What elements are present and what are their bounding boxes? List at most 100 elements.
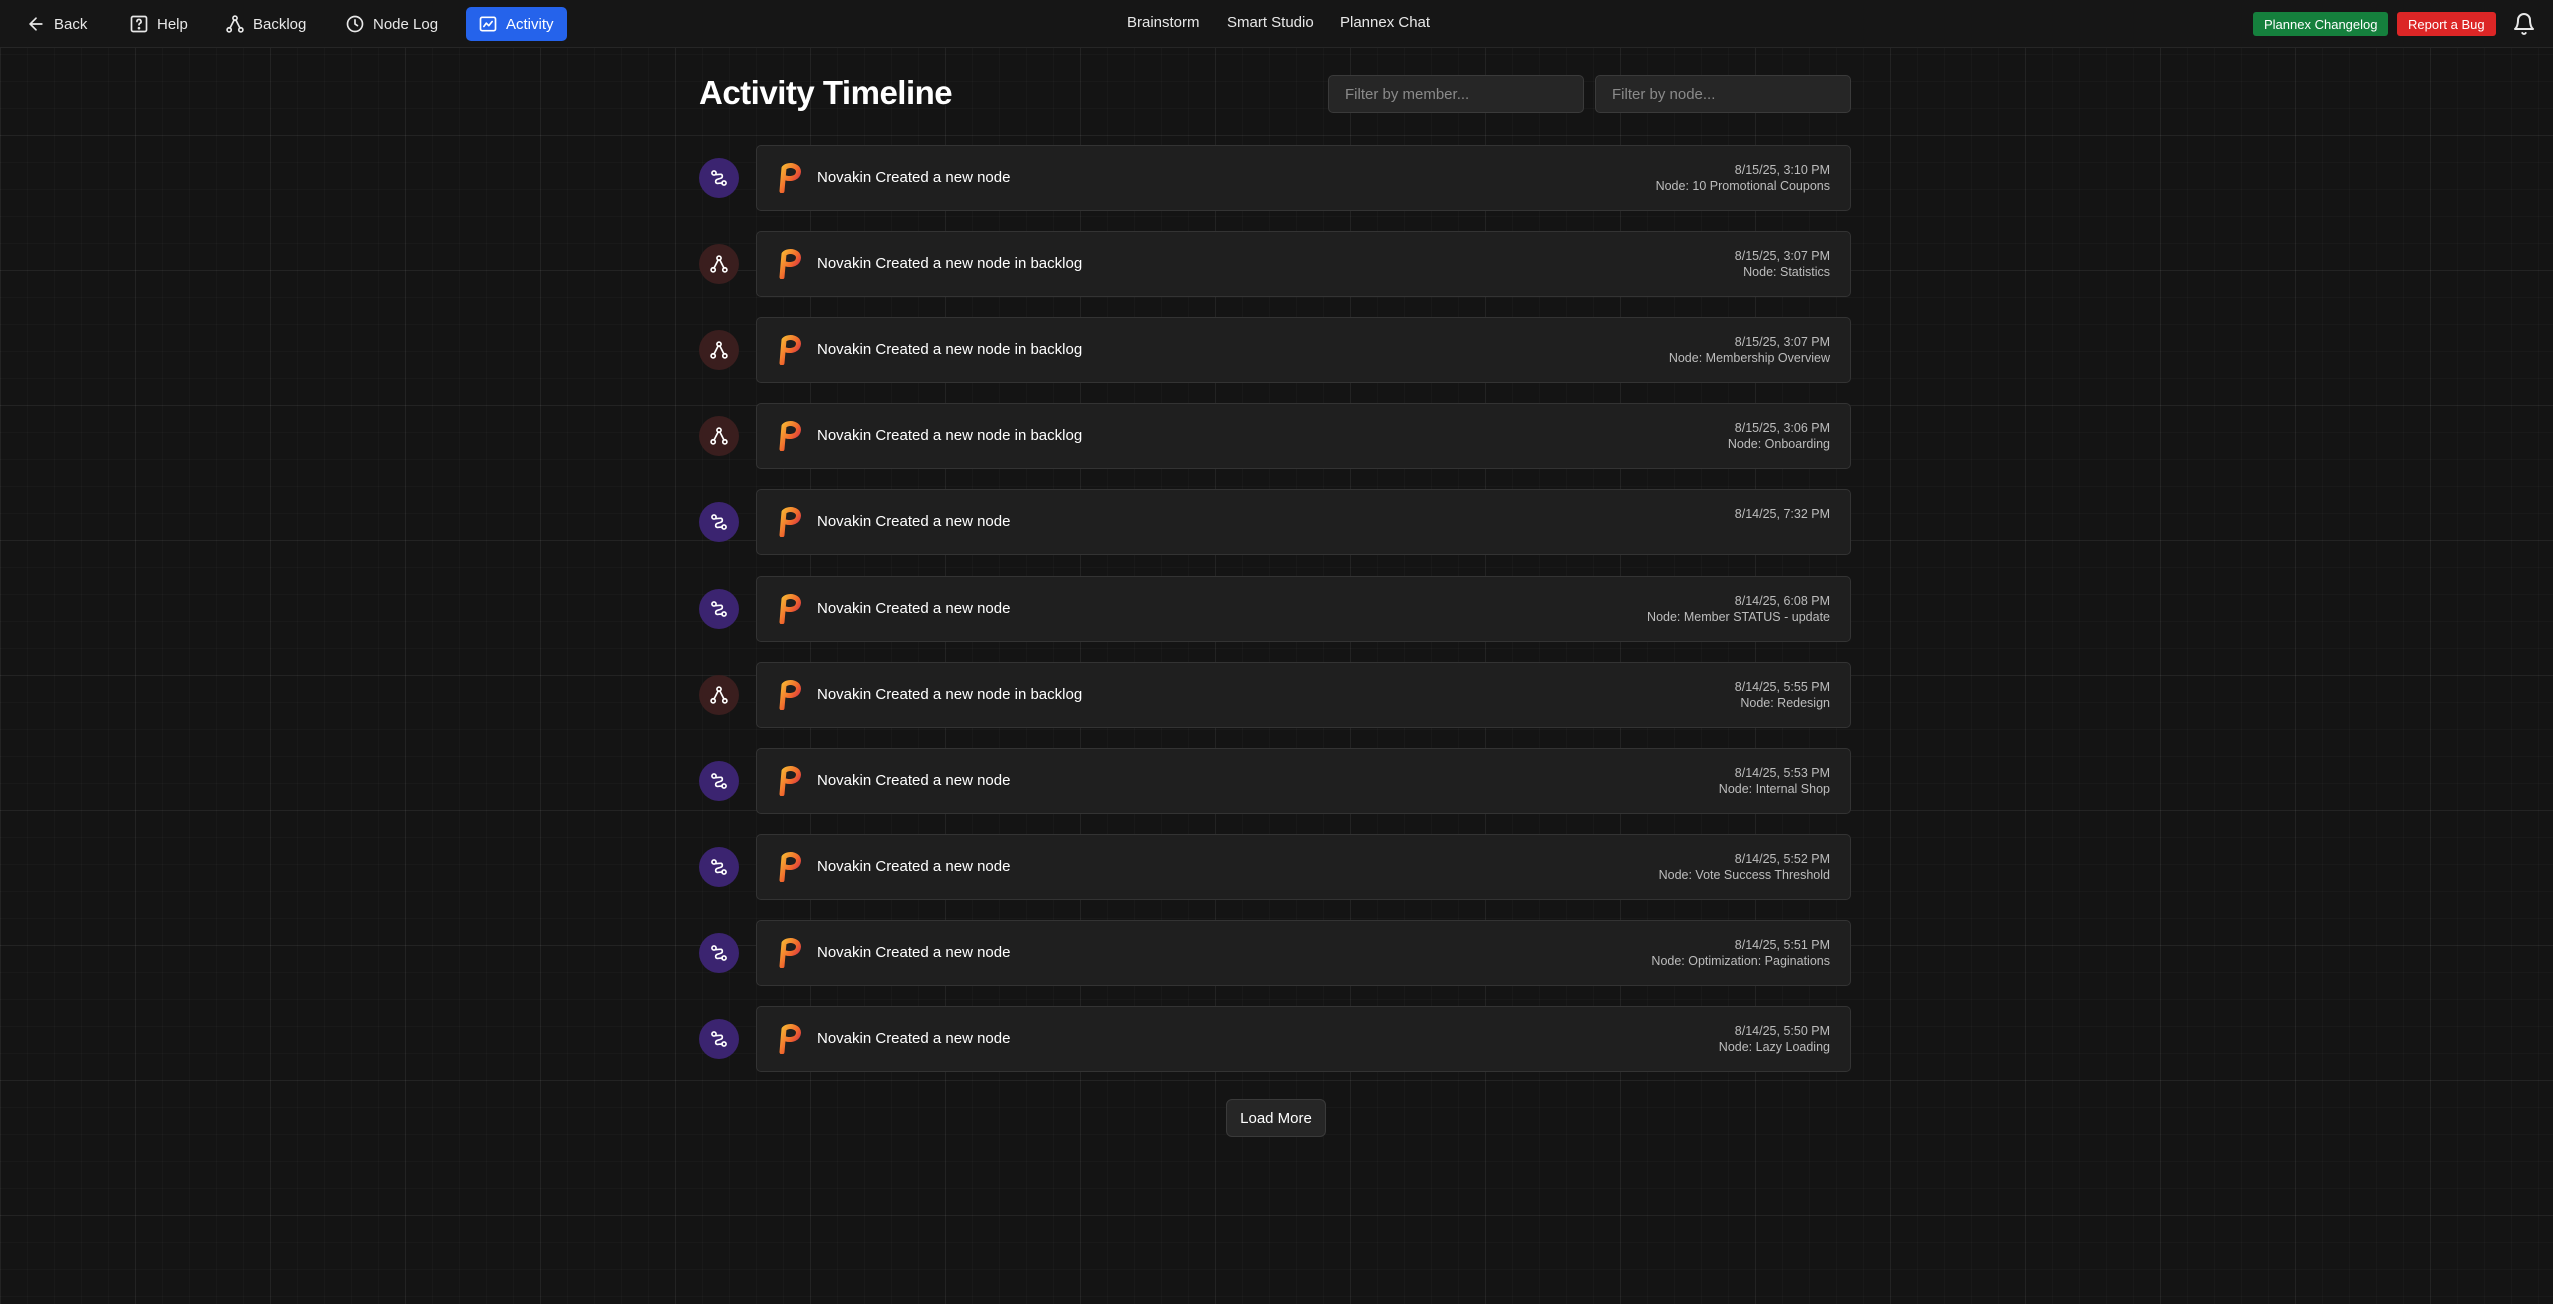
activity-type-badge bbox=[699, 502, 739, 542]
node-log-button[interactable]: Node Log bbox=[333, 7, 450, 41]
plannex-logo-icon bbox=[779, 594, 801, 624]
activity-meta: 8/15/25, 3:06 PM Node: Onboarding bbox=[1728, 420, 1830, 452]
activity-description: Novakin Created a new node bbox=[817, 944, 1011, 961]
brainstorm-icon bbox=[711, 859, 727, 875]
activity-card[interactable]: Novakin Created a new node 8/14/25, 7:32 … bbox=[756, 489, 1851, 555]
activity-card[interactable]: Novakin Created a new node in backlog 8/1… bbox=[756, 231, 1851, 297]
help-button[interactable]: Help bbox=[117, 7, 200, 41]
activity-timestamp: 8/15/25, 3:06 PM bbox=[1734, 421, 1830, 435]
node-filter-input[interactable] bbox=[1595, 75, 1851, 113]
timeline-entry: Novakin Created a new node 8/14/25, 5:52 … bbox=[699, 834, 1851, 900]
plannex-logo-icon bbox=[779, 766, 801, 796]
activity-node-name: Node: Redesign bbox=[1740, 696, 1830, 710]
activity-description: Novakin Created a new node in backlog bbox=[817, 427, 1083, 444]
activity-description: Novakin Created a new node bbox=[817, 858, 1011, 875]
activity-type-badge bbox=[699, 933, 739, 973]
member-filter-input[interactable] bbox=[1328, 75, 1584, 113]
activity-timestamp: 8/15/25, 3:07 PM bbox=[1734, 335, 1830, 349]
load-more-button[interactable]: Load More bbox=[1226, 1099, 1326, 1137]
timeline-entry: Novakin Created a new node 8/14/25, 7:32 … bbox=[699, 489, 1851, 555]
activity-type-badge bbox=[699, 675, 739, 715]
backlog-icon bbox=[710, 686, 728, 704]
top-nav-bar: Back Help Backlog Node Log Activity Brai… bbox=[0, 0, 2553, 48]
activity-node-name: Node: Internal Shop bbox=[1718, 782, 1830, 796]
plannex-logo-icon bbox=[779, 249, 801, 279]
brainstorm-icon bbox=[711, 945, 727, 961]
plannex-logo-icon bbox=[779, 421, 801, 451]
brainstorm-icon bbox=[711, 514, 727, 530]
activity-card[interactable]: Novakin Created a new node 8/14/25, 5:52 … bbox=[756, 834, 1851, 900]
activity-node-name: Node: Lazy Loading bbox=[1718, 1040, 1830, 1054]
clock-icon bbox=[346, 15, 364, 33]
activity-tab[interactable]: Activity bbox=[466, 7, 567, 41]
activity-card[interactable]: Novakin Created a new node in backlog 8/1… bbox=[756, 403, 1851, 469]
activity-description: Novakin Created a new node bbox=[817, 600, 1011, 617]
timeline-entry: Novakin Created a new node 8/14/25, 5:53 … bbox=[699, 748, 1851, 814]
plannex-chat-link[interactable]: Plannex Chat bbox=[1340, 14, 1430, 31]
back-label: Back bbox=[54, 15, 88, 33]
activity-description: Novakin Created a new node in backlog bbox=[817, 255, 1083, 272]
activity-meta: 8/14/25, 6:08 PM Node: Member STATUS - up… bbox=[1647, 593, 1830, 625]
activity-timestamp: 8/14/25, 5:52 PM bbox=[1734, 852, 1830, 866]
node-log-label: Node Log bbox=[373, 15, 439, 33]
activity-timestamp: 8/14/25, 5:50 PM bbox=[1734, 1024, 1830, 1038]
smart-studio-link[interactable]: Smart Studio bbox=[1227, 14, 1314, 31]
activity-type-badge bbox=[699, 847, 739, 887]
changelog-button[interactable]: Plannex Changelog bbox=[2253, 12, 2389, 36]
activity-card[interactable]: Novakin Created a new node in backlog 8/1… bbox=[756, 317, 1851, 383]
activity-description: Novakin Created a new node bbox=[817, 513, 1011, 530]
activity-type-badge bbox=[699, 416, 739, 456]
activity-card[interactable]: Novakin Created a new node 8/14/25, 5:50 … bbox=[756, 1006, 1851, 1072]
plannex-logo-icon bbox=[779, 680, 801, 710]
activity-description: Novakin Created a new node bbox=[817, 1030, 1011, 1047]
activity-meta: 8/14/25, 5:55 PM Node: Redesign bbox=[1735, 679, 1830, 711]
activity-card[interactable]: Novakin Created a new node 8/14/25, 5:53 … bbox=[756, 748, 1851, 814]
plannex-logo-icon bbox=[779, 1024, 801, 1054]
activity-meta: 8/14/25, 7:32 PM bbox=[1735, 506, 1830, 522]
timeline-entry: Novakin Created a new node 8/15/25, 3:10 … bbox=[699, 145, 1851, 211]
timeline-entry: Novakin Created a new node in backlog 8/1… bbox=[699, 662, 1851, 728]
backlog-icon bbox=[710, 255, 728, 273]
help-icon bbox=[130, 15, 148, 33]
activity-type-badge bbox=[699, 589, 739, 629]
backlog-button[interactable]: Backlog bbox=[213, 7, 318, 41]
plannex-logo-icon bbox=[779, 335, 801, 365]
brainstorm-icon bbox=[711, 170, 727, 186]
brainstorm-icon bbox=[711, 1031, 727, 1047]
timeline-entry: Novakin Created a new node 8/14/25, 6:08 … bbox=[699, 576, 1851, 642]
activity-chart-icon bbox=[479, 16, 497, 32]
activity-node-name: Node: 10 Promotional Coupons bbox=[1655, 179, 1830, 193]
activity-type-badge bbox=[699, 244, 739, 284]
activity-description: Novakin Created a new node in backlog bbox=[817, 341, 1083, 358]
activity-timestamp: 8/14/25, 5:55 PM bbox=[1734, 680, 1830, 694]
back-button[interactable]: Back bbox=[14, 7, 99, 41]
activity-meta: 8/14/25, 5:52 PM Node: Vote Success Thres… bbox=[1659, 851, 1830, 883]
report-bug-button[interactable]: Report a Bug bbox=[2397, 12, 2496, 36]
timeline-entry: Novakin Created a new node in backlog 8/1… bbox=[699, 403, 1851, 469]
activity-timestamp: 8/15/25, 3:07 PM bbox=[1734, 249, 1830, 263]
activity-label: Activity bbox=[506, 15, 554, 33]
timeline-entry: Novakin Created a new node 8/14/25, 5:50 … bbox=[699, 1006, 1851, 1072]
activity-meta: 8/14/25, 5:50 PM Node: Lazy Loading bbox=[1719, 1023, 1830, 1055]
activity-description: Novakin Created a new node bbox=[817, 772, 1011, 789]
activity-meta: 8/15/25, 3:10 PM Node: 10 Promotional Cou… bbox=[1656, 162, 1830, 194]
activity-card[interactable]: Novakin Created a new node 8/14/25, 5:51 … bbox=[756, 920, 1851, 986]
activity-type-badge bbox=[699, 158, 739, 198]
activity-node-name: Node: Vote Success Threshold bbox=[1658, 868, 1830, 882]
plannex-logo-icon bbox=[779, 938, 801, 968]
activity-node-name: Node: Optimization: Paginations bbox=[1651, 954, 1830, 968]
activity-card[interactable]: Novakin Created a new node 8/14/25, 6:08 … bbox=[756, 576, 1851, 642]
activity-card[interactable]: Novakin Created a new node 8/15/25, 3:10 … bbox=[756, 145, 1851, 211]
activity-description: Novakin Created a new node in backlog bbox=[817, 686, 1083, 703]
brainstorm-link[interactable]: Brainstorm bbox=[1127, 14, 1200, 31]
backlog-label: Backlog bbox=[253, 15, 307, 33]
activity-meta: 8/14/25, 5:53 PM Node: Internal Shop bbox=[1719, 765, 1830, 797]
bell-icon[interactable] bbox=[2512, 12, 2536, 36]
help-label: Help bbox=[157, 15, 188, 33]
activity-card[interactable]: Novakin Created a new node in backlog 8/1… bbox=[756, 662, 1851, 728]
activity-node-name: Node: Membership Overview bbox=[1668, 351, 1830, 365]
activity-type-badge bbox=[699, 761, 739, 801]
activity-type-badge bbox=[699, 1019, 739, 1059]
activity-node-name: Node: Onboarding bbox=[1727, 437, 1830, 451]
activity-timestamp: 8/14/25, 5:53 PM bbox=[1734, 766, 1830, 780]
